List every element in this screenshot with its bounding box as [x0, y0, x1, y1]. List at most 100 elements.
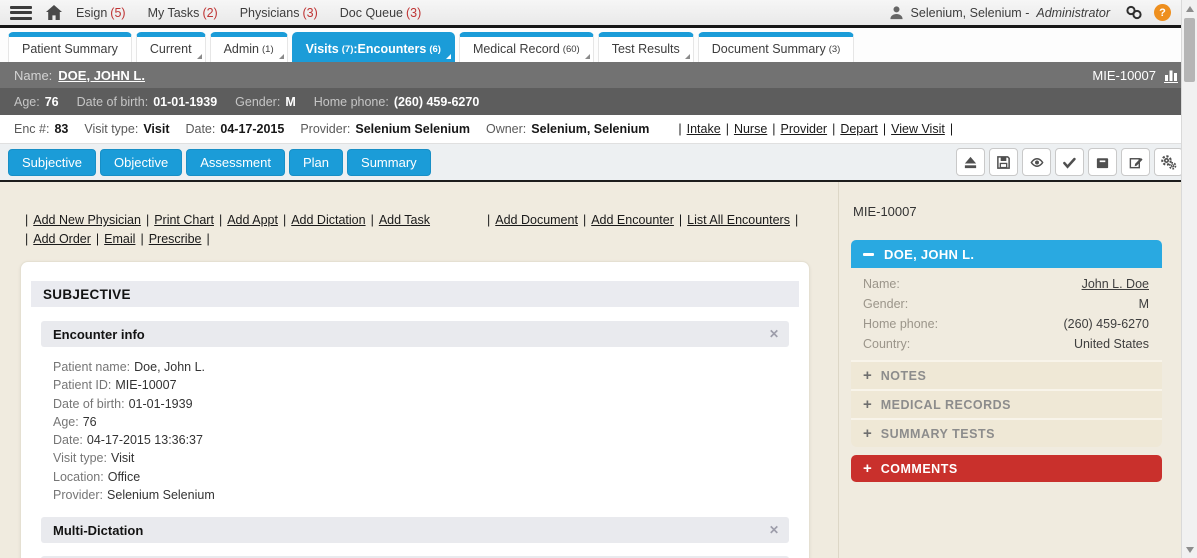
tab-document-summary[interactable]: Document Summary(3)	[698, 32, 855, 62]
tab-label: Document Summary	[712, 42, 826, 56]
link-chain-icon[interactable]	[1125, 5, 1143, 20]
tab-dropdown-corner-icon	[197, 54, 202, 59]
scroll-up-arrow-icon[interactable]	[1182, 1, 1197, 16]
encounter-stage-link[interactable]: Depart	[840, 122, 878, 136]
menu-item-physicians[interactable]: Physicians(3)	[240, 6, 318, 20]
quick-link[interactable]: Add Dictation	[291, 213, 365, 227]
pipe-separator: |	[678, 122, 681, 136]
settings-button[interactable]	[1154, 148, 1183, 176]
archive-button[interactable]	[1088, 148, 1117, 176]
objective-button[interactable]: Objective	[100, 149, 182, 176]
demographics-bar: Age:76 Date of birth:01-01-1939 Gender:M…	[0, 88, 1197, 115]
quick-link[interactable]: Prescribe	[149, 232, 202, 246]
sidebar-section-medical-records[interactable]: + MEDICAL RECORDS	[851, 389, 1162, 418]
section-label: SUMMARY TESTS	[881, 427, 995, 441]
field-value: 04-17-2015 13:36:37	[87, 433, 203, 447]
field-value: Visit	[143, 122, 169, 136]
subjective-button[interactable]: Subjective	[8, 149, 96, 176]
quick-link[interactable]: Add Task	[379, 213, 430, 227]
sidebar-section-comments[interactable]: + COMMENTS	[851, 455, 1162, 482]
menu-count: (3)	[406, 6, 421, 20]
user-role: Administrator	[1036, 6, 1110, 20]
encounter-stage-link[interactable]: Intake	[687, 122, 721, 136]
pipe-separator: |	[950, 122, 953, 136]
tab-test-results[interactable]: Test Results	[598, 32, 694, 62]
tab-label: :Encounters	[353, 42, 426, 56]
field-label: Gender:	[235, 95, 280, 109]
field-label: Date:	[185, 122, 215, 136]
field-value: M	[285, 95, 295, 109]
menu-item-esign[interactable]: Esign(5)	[76, 6, 126, 20]
close-icon[interactable]: ✕	[769, 327, 779, 341]
field-label: Enc #:	[14, 122, 49, 136]
patient-name-bar: Name: DOE, JOHN L. MIE-10007	[0, 62, 1197, 88]
home-icon[interactable]	[46, 5, 62, 20]
collapse-minus-icon	[863, 253, 874, 256]
plan-button[interactable]: Plan	[289, 149, 343, 176]
help-icon[interactable]: ?	[1154, 4, 1171, 21]
tab-visits-encounters[interactable]: Visits(7):Encounters(6)	[292, 32, 455, 62]
edit-button[interactable]	[1121, 148, 1150, 176]
bar-chart-icon[interactable]	[1164, 67, 1179, 83]
field-label: Location:	[53, 470, 104, 484]
encounter-stage-link[interactable]: Nurse	[734, 122, 767, 136]
vertical-scrollbar[interactable]	[1181, 0, 1197, 558]
menu-item-my-tasks[interactable]: My Tasks(2)	[148, 6, 218, 20]
tab-count: (1)	[262, 44, 274, 55]
quick-links-right: |Add Document|Add Encounter|List All Enc…	[482, 212, 803, 229]
scroll-down-arrow-icon[interactable]	[1182, 542, 1197, 557]
note-toolbar: Subjective Objective Assessment Plan Sum…	[0, 144, 1197, 182]
encounter-stage-link[interactable]: View Visit	[891, 122, 945, 136]
quick-link[interactable]: Add Order	[33, 232, 91, 246]
field-row: Patient ID:MIE-10007	[53, 376, 809, 394]
quick-link[interactable]: Add Appt	[227, 213, 278, 227]
pipe-separator: |	[206, 232, 209, 246]
field-label: Patient name:	[53, 360, 130, 374]
field-value: Selenium Selenium	[107, 488, 215, 502]
note-card: SUBJECTIVE Encounter info ✕ Patient name…	[20, 261, 810, 558]
menu-label: My Tasks	[148, 6, 200, 20]
multi-dictation-panel-header[interactable]: Multi-Dictation ✕	[41, 517, 789, 543]
chart-id: MIE-10007	[1092, 68, 1156, 83]
panel-title: Multi-Dictation	[53, 523, 143, 538]
main-area: |Add New Physician|Print Chart|Add Appt|…	[0, 182, 1197, 558]
close-icon[interactable]: ✕	[769, 523, 779, 537]
plus-icon: +	[863, 426, 872, 441]
quick-link[interactable]: Print Chart	[154, 213, 214, 227]
patient-sidebar: MIE-10007 DOE, JOHN L. Name:John L. Doe …	[838, 182, 1181, 558]
quick-link[interactable]: Add Encounter	[591, 213, 674, 227]
quick-link[interactable]: Add New Physician	[33, 213, 141, 227]
tab-admin[interactable]: Admin(1)	[210, 32, 288, 62]
save-button[interactable]	[989, 148, 1018, 176]
eject-button[interactable]	[956, 148, 985, 176]
subjective-section-header: SUBJECTIVE	[31, 281, 799, 307]
sidebar-section-notes[interactable]: + NOTES	[851, 360, 1162, 389]
field-label: Provider:	[300, 122, 350, 136]
pipe-separator: |	[140, 232, 143, 246]
field-label: Owner:	[486, 122, 526, 136]
encounter-stage-link[interactable]: Provider	[781, 122, 828, 136]
sidebar-section-summary-tests[interactable]: + SUMMARY TESTS	[851, 418, 1162, 447]
summary-button[interactable]: Summary	[347, 149, 431, 176]
field-row: Date of birth:01-01-1939	[53, 395, 809, 413]
pipe-separator: |	[487, 213, 490, 227]
tab-medical-record[interactable]: Medical Record(60)	[459, 32, 594, 62]
tab-patient-summary[interactable]: Patient Summary	[8, 32, 132, 62]
hamburger-menu-icon[interactable]	[10, 6, 32, 20]
preview-button[interactable]	[1022, 148, 1051, 176]
quick-link[interactable]: Email	[104, 232, 135, 246]
tab-current[interactable]: Current	[136, 32, 206, 62]
menu-item-doc-queue[interactable]: Doc Queue(3)	[340, 6, 422, 20]
assessment-button[interactable]: Assessment	[186, 149, 285, 176]
patient-name-link[interactable]: DOE, JOHN L.	[58, 68, 145, 83]
sign-off-button[interactable]	[1055, 148, 1084, 176]
sidebar-patient-header[interactable]: DOE, JOHN L.	[851, 240, 1162, 268]
quick-link[interactable]: List All Encounters	[687, 213, 790, 227]
quick-links-left: |Add New Physician|Print Chart|Add Appt|…	[20, 213, 430, 227]
tab-label: Test Results	[612, 42, 680, 56]
scrollbar-thumb[interactable]	[1184, 18, 1195, 82]
field-value: Selenium Selenium	[355, 122, 470, 136]
patient-name-link[interactable]: John L. Doe	[1082, 274, 1149, 294]
quick-link[interactable]: Add Document	[495, 213, 578, 227]
encounter-info-panel-header[interactable]: Encounter info ✕	[41, 321, 789, 347]
